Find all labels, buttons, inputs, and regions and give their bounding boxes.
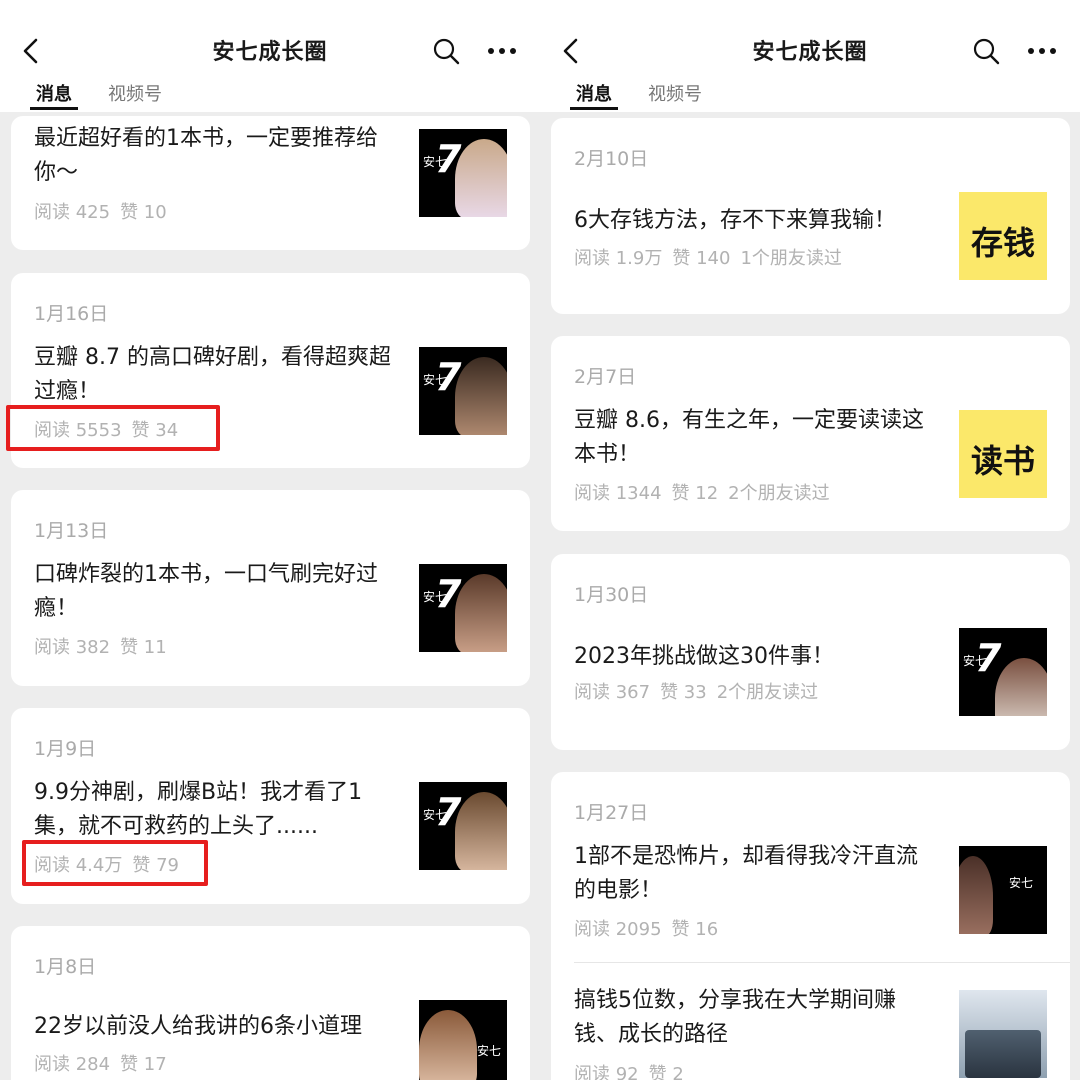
- article-stats: 阅读 382 赞 11: [34, 633, 177, 659]
- article-thumbnail: 安七 7: [419, 129, 507, 217]
- search-icon[interactable]: [432, 37, 460, 65]
- article-card[interactable]: 2月10日 6大存钱方法，存不下来算我输！ 阅读 1.9万赞 140 1个朋友读过…: [551, 118, 1070, 314]
- article-stats: 阅读 1344 赞 12 2个朋友读过: [574, 479, 840, 505]
- thumb-brand: 安七: [477, 1044, 502, 1058]
- like-count: 赞 140: [672, 248, 731, 269]
- highlight-box: [22, 840, 208, 886]
- article-stats: 阅读 425 赞 10: [34, 198, 177, 224]
- friends-read: 2个朋友读过: [728, 483, 830, 504]
- thumb-word: 读书: [970, 442, 1035, 480]
- article-thumbnail: 安七 7: [419, 564, 507, 652]
- article-headline: 6大存钱方法，存不下来算我输！: [574, 208, 896, 233]
- tab-channels[interactable]: 视频号: [108, 80, 162, 106]
- article-date: 1月30日: [574, 584, 649, 606]
- like-count: 赞 12: [671, 483, 719, 504]
- article-thumbnail: 安七 7: [419, 347, 507, 435]
- article-card[interactable]: 1月13日 口碑炸裂的1本书，一口气刷完好过瘾！ 阅读 382 赞 11 安七 7: [11, 490, 530, 686]
- article-thumbnail: 安七 7: [959, 628, 1047, 716]
- thumb-word: 存钱: [970, 224, 1035, 262]
- more-dots-icon[interactable]: [1026, 38, 1058, 64]
- portrait-image: [455, 357, 507, 435]
- article-stats: 阅读 1.9万赞 140 1个朋友读过: [574, 244, 852, 270]
- like-count: 赞 33: [660, 682, 707, 703]
- like-count: 赞 11: [120, 637, 167, 658]
- portrait-image: [455, 139, 507, 217]
- article-thumbnail: 存钱: [959, 192, 1047, 280]
- article-headline: 口碑炸裂的1本书，一口气刷完好过瘾！: [34, 562, 378, 621]
- article-headline: 22岁以前没人给我讲的6条小道理: [34, 1014, 362, 1039]
- tab-channels[interactable]: 视频号: [648, 80, 702, 106]
- more-dots-icon[interactable]: [486, 38, 518, 64]
- read-count: 阅读 367: [574, 682, 651, 703]
- thumb-numeral: 7: [975, 636, 1002, 680]
- portrait-image: [455, 574, 507, 652]
- top-bar: 安七成长圈 消息 视频号: [0, 0, 540, 112]
- read-count: 阅读 2095: [574, 919, 662, 940]
- article-date: 1月16日: [34, 303, 109, 325]
- article-thumbnail: 安七: [419, 1000, 507, 1080]
- article-headline: 豆瓣 8.7 的高口碑好剧，看得超爽超过瘾！: [34, 345, 391, 404]
- article-card[interactable]: 1月8日 22岁以前没人给我讲的6条小道理 阅读 284 赞 17 安七: [11, 926, 530, 1080]
- highlight-box: [6, 405, 220, 451]
- article-card[interactable]: 2月7日 豆瓣 8.6，有生之年，一定要读读这本书！ 阅读 1344 赞 12 2个…: [551, 336, 1070, 531]
- right-panel: 安七成长圈 消息 视频号 2月10日 6大存钱方法，存不下来算我输！ 阅读 1.…: [540, 0, 1080, 1080]
- article-date: 1月13日: [34, 520, 109, 542]
- tab-messages[interactable]: 消息: [576, 80, 612, 106]
- left-panel: 安七成长圈 消息 视频号 最近超好看的1本书，一定要推荐给你～ 阅读 425 赞 …: [0, 0, 540, 1080]
- read-count: 阅读 425: [34, 202, 111, 223]
- divider: [574, 962, 1070, 963]
- portrait-image: [995, 658, 1047, 716]
- article-date: 2月7日: [574, 366, 637, 388]
- article-thumbnail: 安七 7: [419, 782, 507, 870]
- like-count: 赞 2: [648, 1064, 684, 1080]
- article-card[interactable]: 最近超好看的1本书，一定要推荐给你～ 阅读 425 赞 10 安七 7: [11, 116, 530, 250]
- article-card[interactable]: 1月30日 2023年挑战做这30件事！ 阅读 367 赞 33 2个朋友读过 安七…: [551, 554, 1070, 750]
- read-count: 阅读 1.9万: [574, 248, 663, 269]
- top-bar: 安七成长圈 消息 视频号: [540, 0, 1080, 112]
- article-date: 1月8日: [34, 956, 97, 978]
- article-date: 2月10日: [574, 148, 649, 170]
- article-headline: 1部不是恐怖片，却看得我冷汗直流的电影！: [574, 844, 918, 903]
- tab-messages[interactable]: 消息: [36, 80, 72, 106]
- classroom-image: [965, 1030, 1041, 1078]
- read-count: 阅读 284: [34, 1054, 111, 1075]
- friends-read: 2个朋友读过: [716, 682, 819, 703]
- article-headline: 2023年挑战做这30件事！: [574, 644, 834, 669]
- article-headline: 搞钱5位数，分享我在大学期间赚钱、成长的路径: [574, 988, 896, 1047]
- like-count: 赞 10: [120, 202, 167, 223]
- article-group-card[interactable]: 1月27日 1部不是恐怖片，却看得我冷汗直流的电影！ 阅读 2095 赞 16 安…: [551, 772, 1070, 1080]
- article-date: 1月9日: [34, 738, 97, 760]
- article-stats: 阅读 2095 赞 16: [574, 915, 728, 941]
- portrait-image: [455, 792, 507, 870]
- article-thumbnail: [959, 990, 1047, 1078]
- article-thumbnail: 读书: [959, 410, 1047, 498]
- read-count: 阅读 1344: [574, 483, 662, 504]
- thumb-brand: 安七: [1009, 876, 1034, 890]
- friends-read: 1个朋友读过: [740, 248, 842, 269]
- article-stats: 阅读 367 赞 33 2个朋友读过: [574, 678, 828, 704]
- article-headline: 9.9分神剧，刷爆B站！我才看了1集，就不可救药的上头了......: [34, 780, 363, 839]
- read-count: 阅读 92: [574, 1064, 639, 1080]
- article-stats: 阅读 284 赞 17: [34, 1050, 177, 1076]
- article-thumbnail: 安七: [959, 846, 1047, 934]
- article-headline: 最近超好看的1本书，一定要推荐给你～: [34, 126, 378, 185]
- article-stats: 阅读 92 赞 2: [574, 1060, 694, 1080]
- search-icon[interactable]: [972, 37, 1000, 65]
- article-headline: 豆瓣 8.6，有生之年，一定要读读这本书！: [574, 408, 924, 467]
- portrait-image: [419, 1010, 477, 1080]
- like-count: 赞 16: [671, 919, 719, 940]
- article-date: 1月27日: [574, 802, 649, 824]
- like-count: 赞 17: [120, 1054, 167, 1075]
- tab-active-underline: [30, 107, 78, 110]
- portrait-image: [959, 856, 993, 934]
- read-count: 阅读 382: [34, 637, 111, 658]
- tab-active-underline: [570, 107, 618, 110]
